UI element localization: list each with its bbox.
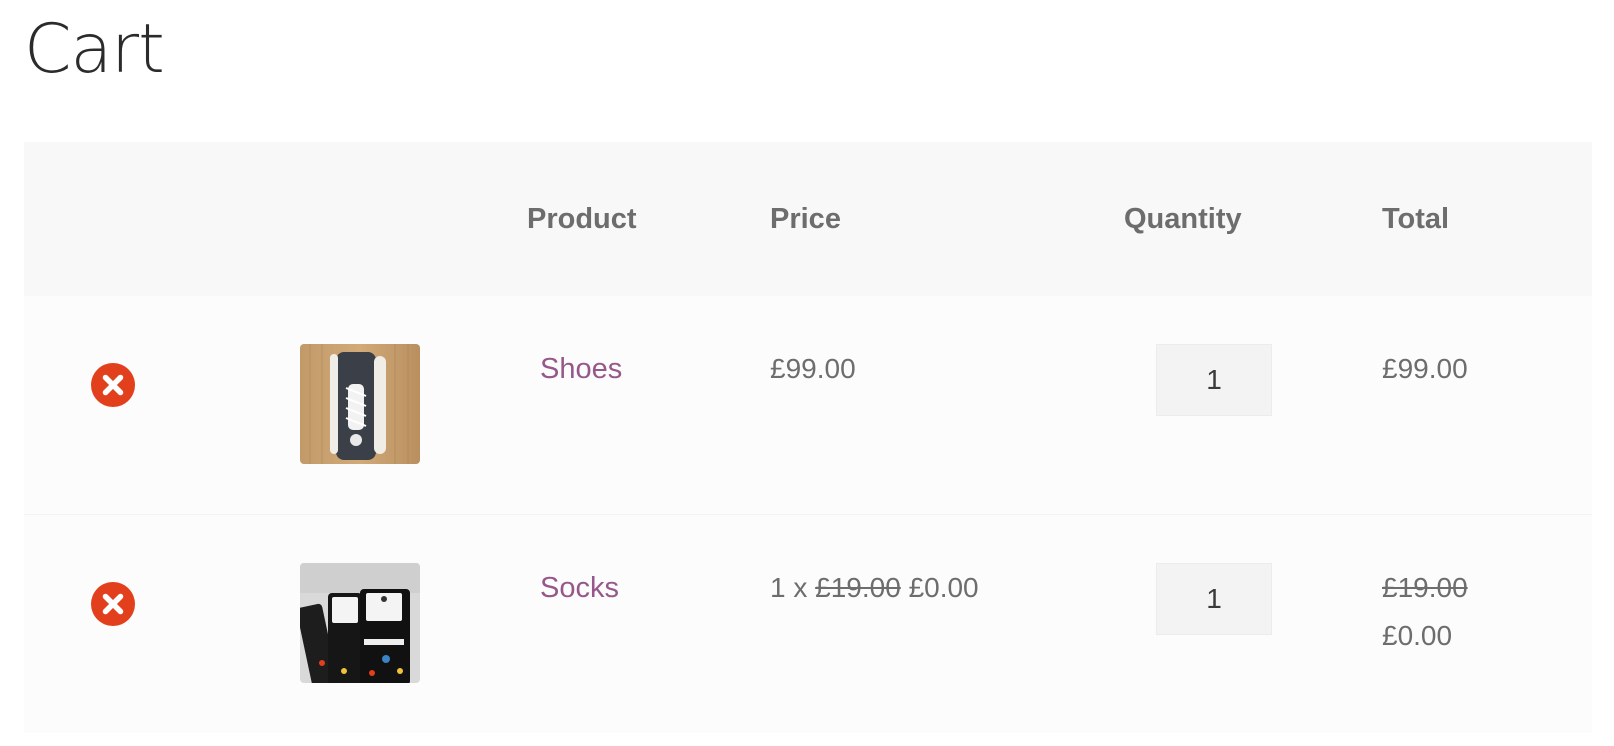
column-header-quantity: Quantity — [1124, 203, 1242, 235]
remove-item-button[interactable] — [90, 581, 136, 627]
product-link-shoes[interactable]: Shoes — [540, 350, 622, 388]
column-header-price: Price — [770, 203, 841, 235]
cart-table-header: Product Price Quantity Total — [24, 142, 1592, 296]
product-thumbnail-socks[interactable] — [300, 563, 420, 683]
item-total-original: £19.00 — [1382, 572, 1468, 603]
sale-price: £0.00 — [908, 572, 979, 603]
shoes-image — [300, 344, 420, 464]
page-title: Cart — [24, 10, 165, 89]
item-total: £0.00 — [1382, 620, 1453, 651]
price-prefix: 1 x — [770, 572, 808, 603]
item-price: £99.00 — [770, 353, 856, 384]
original-price: £19.00 — [815, 572, 901, 603]
close-circle-icon — [91, 363, 135, 407]
product-thumbnail-shoes[interactable] — [300, 344, 420, 464]
column-header-total: Total — [1382, 203, 1450, 235]
socks-image — [300, 563, 420, 683]
item-total: £99.00 — [1382, 353, 1468, 384]
product-link-socks[interactable]: Socks — [540, 569, 619, 607]
cart-item-row: Shoes £99.00 £99.00 — [24, 296, 1592, 514]
quantity-input[interactable] — [1156, 563, 1272, 635]
column-header-product: Product — [527, 203, 637, 235]
cart-table: Product Price Quantity Total Shoes £99.0… — [24, 142, 1592, 733]
item-price: 1 x £19.00 £0.00 — [770, 569, 979, 607]
remove-item-button[interactable] — [90, 362, 136, 408]
quantity-input[interactable] — [1156, 344, 1272, 416]
cart-item-row: Socks 1 x £19.00 £0.00 £19.00 £0.00 — [24, 514, 1592, 733]
close-circle-icon — [91, 582, 135, 626]
